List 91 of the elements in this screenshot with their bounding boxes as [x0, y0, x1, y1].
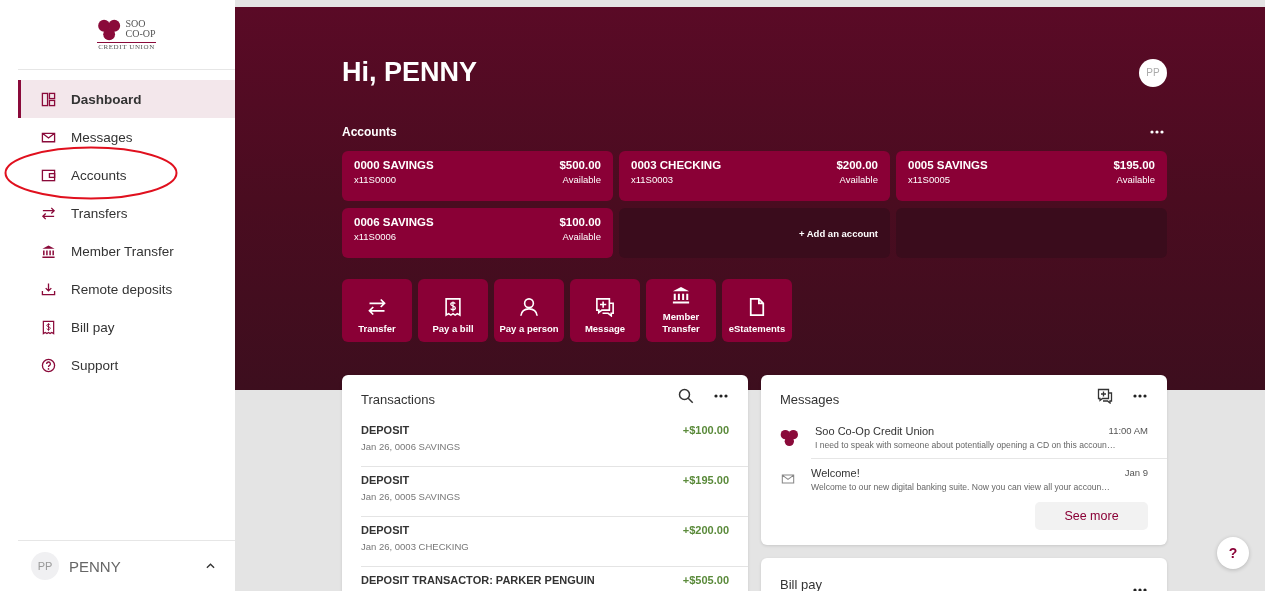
quick-action-button[interactable]: Pay a bill [418, 279, 488, 342]
quick-action-button[interactable]: Message [570, 279, 640, 342]
chat-plus-icon [595, 297, 615, 317]
account-card[interactable]: 0006 SAVINGS x11S0006 $100.00 Available [342, 208, 613, 258]
message-row[interactable]: Welcome! Jan 9 Welcome to our new digital banking suite. Now you can view all your accoun… [761, 458, 1167, 500]
message-preview: I need to speak with someone about potentially opening a CD on this accoun… [815, 440, 1117, 450]
message-row[interactable]: Soo Co-Op Credit Union 11:00 AM I need to speak with someone about potentially opening a CD on this accoun… [761, 417, 1167, 458]
more-options-icon[interactable] [1133, 394, 1147, 398]
wallet-icon [41, 167, 56, 183]
account-balance: $100.00 [559, 216, 601, 228]
more-options-icon[interactable] [1133, 588, 1147, 591]
account-number: x11S0003 [631, 174, 675, 185]
account-card[interactable]: 0000 SAVINGS x11S0000 $500.00 Available [342, 151, 613, 201]
transaction-amount: +$195.00 [682, 474, 729, 488]
account-number: x11S0005 [908, 174, 952, 185]
quick-action-button[interactable]: Pay a person [494, 279, 564, 342]
account-balance: $500.00 [559, 159, 601, 171]
more-options-icon[interactable] [1150, 130, 1164, 134]
credit-union-logo-icon [780, 429, 800, 447]
transfer-arrows-icon [367, 297, 387, 317]
document-icon [747, 297, 767, 317]
transaction-amount: +$505.00 [682, 574, 729, 588]
account-number: x11S0000 [354, 174, 398, 185]
quick-action-button[interactable]: eStatements [722, 279, 792, 342]
sidebar-item[interactable]: Dashboard [18, 80, 235, 118]
sidebar-item[interactable]: Bill pay [18, 308, 235, 346]
account-number: x11S0006 [354, 231, 398, 242]
account-balance: $195.00 [1113, 159, 1155, 171]
transaction-description: DEPOSIT [361, 474, 411, 486]
sidebar-item[interactable]: Support [18, 346, 235, 384]
help-icon [41, 357, 56, 373]
download-tray-icon [41, 281, 56, 297]
help-button[interactable]: ? [1217, 537, 1249, 569]
logo-text: SOO [125, 18, 147, 29]
account-balance: $200.00 [836, 159, 878, 171]
chat-plus-icon [1097, 388, 1113, 404]
bank-icon [41, 243, 56, 259]
bill-icon [41, 319, 56, 335]
transaction-detail: Jan 26, 0005 SAVINGS [361, 491, 461, 502]
quick-action-button[interactable]: Transfer [342, 279, 412, 342]
sidebar-item[interactable]: Accounts [18, 156, 235, 194]
account-card[interactable]: 0003 CHECKING x11S0003 $200.00 Available [619, 151, 890, 201]
message-preview: Welcome to our new digital banking suite. Now you can view all your accoun… [811, 482, 1111, 492]
sidebar-item[interactable]: Remote deposits [18, 270, 235, 308]
transaction-description: DEPOSIT TRANSACTOR: PARKER PENGUIN [361, 574, 595, 586]
person-icon [519, 297, 539, 317]
message-time: 11:00 AM [1108, 425, 1148, 437]
sidebar-item[interactable]: Member Transfer [18, 232, 235, 270]
sidebar-item[interactable]: Transfers [18, 194, 235, 232]
message-sender: Welcome! [811, 467, 860, 479]
chevron-icon[interactable] [206, 563, 215, 569]
card-title: Bill pay [780, 576, 823, 591]
message-time: Jan 9 [1124, 467, 1148, 479]
dashboard-icon [41, 91, 56, 107]
transaction-description: DEPOSIT [361, 424, 411, 436]
account-name: 0003 CHECKING [631, 159, 722, 171]
transaction-row[interactable]: DEPOSIT TRANSACTOR: PARKER PENGUIN +$505.00 [361, 567, 748, 591]
account-name: 0006 SAVINGS [354, 216, 434, 228]
balance-label: Available [1116, 174, 1155, 185]
transaction-row[interactable]: DEPOSIT Jan 26, 0005 SAVINGS +$195.00 [361, 467, 748, 517]
transaction-detail: Jan 26, 0006 SAVINGS [361, 441, 461, 452]
transaction-detail: Jan 26, 0003 CHECKING [361, 541, 469, 552]
balance-label: Available [562, 174, 601, 185]
transaction-amount: +$200.00 [682, 524, 729, 538]
user-avatar: PP [31, 552, 59, 580]
transaction-row[interactable]: DEPOSIT Jan 26, 0006 SAVINGS +$100.00 [361, 417, 748, 467]
message-sender: Soo Co-Op Credit Union [815, 425, 935, 437]
transfer-arrows-icon [41, 205, 56, 221]
card-title: Transactions [361, 390, 436, 407]
account-card[interactable]: 0005 SAVINGS x11S0005 $195.00 Available [896, 151, 1167, 201]
see-more-button[interactable]: See more [1035, 502, 1148, 530]
envelope-icon [780, 472, 796, 486]
balance-label: Available [839, 174, 878, 185]
balance-label: Available [562, 231, 601, 242]
greeting-heading: Hi, PENNY [342, 57, 478, 88]
transaction-row[interactable]: DEPOSIT Jan 26, 0003 CHECKING +$200.00 [361, 517, 748, 567]
account-name: 0000 SAVINGS [354, 159, 434, 171]
card-title: Messages [780, 390, 841, 407]
account-name: 0005 SAVINGS [908, 159, 988, 171]
search-icon[interactable] [678, 388, 694, 404]
transaction-amount: +$100.00 [682, 424, 729, 438]
user-name: PENNY [69, 557, 122, 575]
bank-icon [671, 285, 691, 305]
sidebar-item[interactable]: Messages [18, 118, 235, 156]
transaction-description: DEPOSIT [361, 524, 411, 536]
logo-text: CO-OP [125, 28, 156, 39]
bill-icon [443, 297, 463, 317]
quick-action-button[interactable]: Member Transfer [646, 279, 716, 342]
add-account-button[interactable]: + Add an account [619, 208, 890, 258]
more-options-icon[interactable] [714, 394, 728, 398]
section-title: Accounts [342, 125, 397, 139]
